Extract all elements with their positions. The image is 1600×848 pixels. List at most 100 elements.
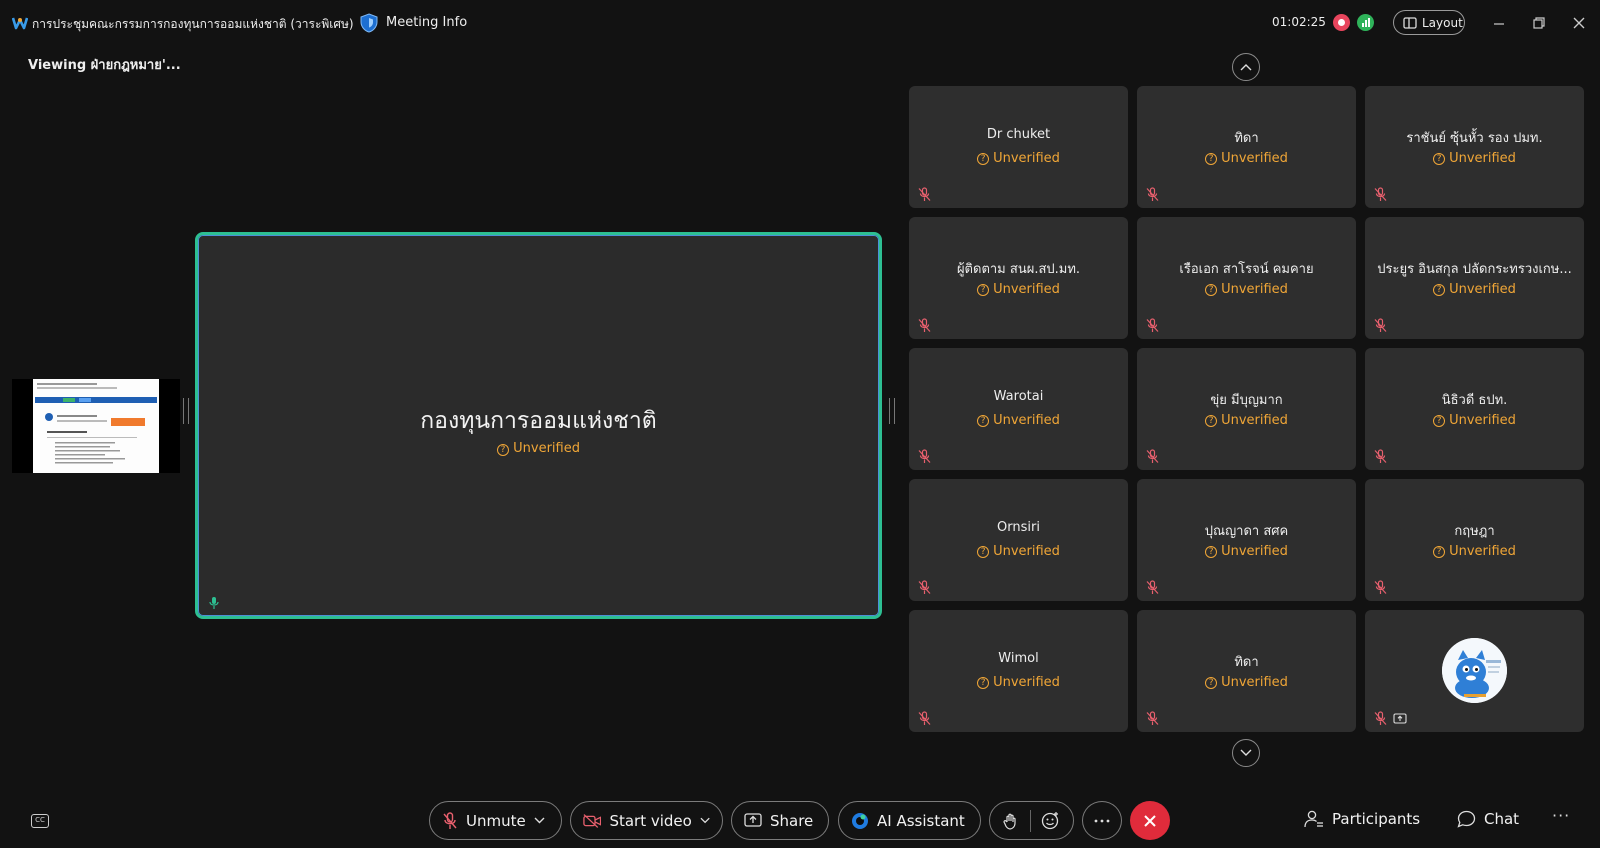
active-speaker-stage[interactable]: กองทุนการออมแห่งชาติ ? Unverified — [195, 232, 882, 619]
close-icon[interactable] — [1570, 14, 1588, 32]
scroll-up-button[interactable] — [1232, 53, 1260, 81]
participant-tile[interactable]: นิธิวดี ธปท.? Unverified — [1365, 348, 1584, 470]
participant-tile[interactable]: เรือเอก สาโรจน์ คมคาย? Unverified — [1137, 217, 1356, 339]
microphone-active-icon — [209, 597, 219, 609]
closed-captions-button[interactable]: CC — [31, 814, 49, 828]
microphone-muted-icon — [1374, 187, 1387, 201]
network-health-icon[interactable] — [1357, 14, 1374, 31]
meeting-timer: 01:02:25 — [1272, 15, 1326, 29]
participant-tile[interactable]: Dr chuket? Unverified — [909, 86, 1128, 208]
participant-status: ? Unverified — [1137, 544, 1356, 559]
unverified-icon: ? — [977, 414, 990, 427]
unverified-icon: ? — [1205, 676, 1218, 689]
participant-status-label: Unverified — [1449, 282, 1516, 297]
participant-name: ผู้ติดตาม สนผ.สป.มท. — [956, 262, 1081, 277]
participant-status-label: Unverified — [1221, 282, 1288, 297]
shield-icon[interactable] — [360, 13, 378, 33]
active-speaker-status: ? Unverified — [198, 441, 879, 456]
more-options-button[interactable] — [1082, 801, 1122, 840]
microphone-muted-icon — [1146, 187, 1159, 201]
resize-handle-right[interactable] — [889, 398, 895, 424]
shared-document-preview — [33, 379, 159, 473]
ai-assistant-label: AI Assistant — [877, 811, 965, 830]
participant-tile[interactable]: Ornsiri? Unverified — [909, 479, 1128, 601]
participant-name: ขุ่ย มีบุญมาก — [1210, 393, 1283, 408]
chat-icon — [1457, 810, 1476, 828]
microphone-muted-icon — [1374, 449, 1387, 463]
recording-icon[interactable] — [1333, 14, 1350, 31]
restore-icon[interactable] — [1530, 14, 1548, 32]
unmute-button[interactable]: Unmute — [429, 801, 562, 840]
participant-status: ? Unverified — [1365, 151, 1584, 166]
participant-tile[interactable] — [1365, 610, 1584, 732]
scroll-down-button[interactable] — [1232, 739, 1260, 767]
layout-icon — [1403, 16, 1417, 29]
unverified-icon: ? — [977, 152, 990, 165]
microphone-muted-icon — [1146, 449, 1159, 463]
participant-status: ? Unverified — [1137, 413, 1356, 428]
chevron-down-icon[interactable] — [534, 817, 545, 824]
start-video-button[interactable]: Start video — [570, 801, 723, 840]
participant-status: ? Unverified — [909, 282, 1128, 297]
unverified-icon: ? — [977, 283, 990, 296]
meeting-info-button[interactable]: Meeting Info — [386, 15, 467, 30]
participant-status-label: Unverified — [1221, 413, 1288, 428]
video-off-icon — [583, 813, 602, 828]
close-icon — [1144, 814, 1156, 827]
participant-status: ? Unverified — [1365, 282, 1584, 297]
participant-tile[interactable]: ปุณญาดา สศค ? Unverified — [1137, 479, 1356, 601]
participant-tile[interactable]: ราชันย์ ซุ้นหั้ว รอง ปมท.? Unverified — [1365, 86, 1584, 208]
chat-button[interactable]: Chat — [1457, 810, 1519, 828]
participant-status-label: Unverified — [993, 675, 1060, 690]
unverified-icon: ? — [1433, 414, 1446, 427]
participant-name: เรือเอก สาโรจน์ คมคาย — [1179, 262, 1314, 277]
participant-tile[interactable]: ทิดา? Unverified — [1137, 86, 1356, 208]
share-button[interactable]: Share — [731, 801, 829, 840]
participant-status-label: Unverified — [1221, 675, 1288, 690]
participant-tile[interactable]: Wimol? Unverified — [909, 610, 1128, 732]
participant-tile[interactable]: ประยูร อินสกุล ปลัดกระทรวงเกษ... ? Unverif… — [1365, 217, 1584, 339]
participant-status-label: Unverified — [1449, 151, 1516, 166]
viewing-share-label: Viewing ฝ่ายกฎหมาย'... — [28, 58, 181, 73]
participant-tile[interactable]: ทิดา? Unverified — [1137, 610, 1356, 732]
chevron-down-icon[interactable] — [700, 817, 710, 824]
participant-tile[interactable]: ผู้ติดตาม สนผ.สป.มท. ? Unverified — [909, 217, 1128, 339]
microphone-muted-icon — [1374, 318, 1387, 332]
unverified-icon: ? — [1205, 283, 1218, 296]
participant-status-label: Unverified — [993, 151, 1060, 166]
participant-tile[interactable]: กฤษฎา? Unverified — [1365, 479, 1584, 601]
divider — [1030, 809, 1031, 832]
participant-name: ทิดา — [1234, 131, 1259, 146]
minimize-icon[interactable] — [1490, 14, 1508, 32]
shared-content-thumbnail[interactable] — [12, 379, 180, 473]
participant-name: Dr chuket — [986, 127, 1051, 142]
layout-button[interactable]: Layout — [1393, 10, 1465, 35]
resize-handle-left[interactable] — [183, 398, 189, 424]
emoji-reaction-icon[interactable] — [1041, 811, 1060, 830]
microphone-muted-icon — [1146, 580, 1159, 594]
participant-name: ประยูร อินสกุล ปลัดกระทรวงเกษ... — [1377, 262, 1572, 277]
participant-status-label: Unverified — [1221, 544, 1288, 559]
raise-hand-icon[interactable] — [1002, 812, 1020, 830]
leave-meeting-button[interactable] — [1130, 801, 1170, 840]
unmute-label: Unmute — [466, 811, 526, 830]
participant-name: ปุณญาดา สศค — [1204, 524, 1289, 539]
participant-status: ? Unverified — [1137, 282, 1356, 297]
participants-button[interactable]: Participants — [1304, 810, 1420, 828]
more-icon — [1094, 819, 1110, 822]
unverified-icon: ? — [977, 545, 990, 558]
reactions-group — [989, 801, 1074, 840]
ai-assistant-button[interactable]: AI Assistant — [838, 801, 981, 840]
participant-tile[interactable]: Warotai? Unverified — [909, 348, 1128, 470]
microphone-muted-icon — [918, 449, 931, 463]
layout-label: Layout — [1422, 15, 1463, 30]
ai-assistant-icon — [852, 812, 868, 829]
participant-tile[interactable]: ขุ่ย มีบุญมาก ? Unverified — [1137, 348, 1356, 470]
microphone-muted-icon — [1146, 711, 1159, 725]
participant-status-label: Unverified — [993, 413, 1060, 428]
chevron-down-icon — [1240, 749, 1252, 756]
title-bar: การประชุมคณะกรรมการกองทุนการออมแห่งชาติ … — [0, 0, 1600, 46]
more-options-right-icon[interactable]: ··· — [1552, 806, 1570, 825]
microphone-muted-icon — [1374, 711, 1387, 725]
participant-status-label: Unverified — [1449, 544, 1516, 559]
